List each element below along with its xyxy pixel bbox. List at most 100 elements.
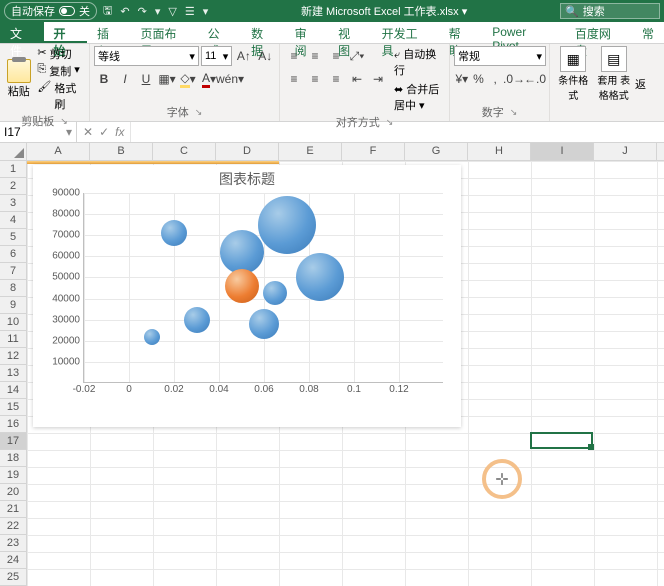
col-header-A[interactable]: A — [27, 143, 90, 160]
border-button[interactable]: ▦▾ — [157, 69, 177, 89]
decrease-font-icon[interactable]: A↓ — [256, 46, 275, 66]
bold-button[interactable]: B — [94, 69, 114, 89]
copy-button[interactable]: ⎘复制 ▾ — [35, 63, 85, 79]
row-header-21[interactable]: 21 — [0, 501, 26, 518]
row-header-18[interactable]: 18 — [0, 450, 26, 467]
table-format-button[interactable]: ▤ 套用 表格格式 — [595, 46, 634, 121]
wrap-text-button[interactable]: ⤶ 自动换行 — [394, 46, 445, 78]
col-header-J[interactable]: J — [594, 143, 657, 160]
row-header-11[interactable]: 11 — [0, 331, 26, 348]
tab-extra[interactable]: 常 — [632, 22, 664, 43]
align-left-icon[interactable]: ≡ — [284, 69, 304, 89]
tab-view[interactable]: 视图 — [328, 22, 372, 43]
bubble-point[interactable] — [144, 329, 160, 345]
indent-inc-icon[interactable]: ⇥ — [368, 69, 388, 89]
row-header-9[interactable]: 9 — [0, 297, 26, 314]
filter-icon[interactable]: ▽ — [168, 5, 176, 18]
underline-button[interactable]: U — [136, 69, 156, 89]
tab-baidu[interactable]: 百度网盘 — [565, 22, 632, 43]
chart-title[interactable]: 图表标题 — [33, 165, 461, 193]
embedded-chart[interactable]: 图表标题 10000200003000040000500006000070000… — [33, 165, 461, 427]
chart-plot-area[interactable]: 1000020000300004000050000600007000080000… — [83, 193, 443, 383]
row-header-24[interactable]: 24 — [0, 552, 26, 569]
row-header-8[interactable]: 8 — [0, 280, 26, 297]
bubble-point[interactable] — [184, 307, 210, 333]
increase-font-icon[interactable]: A↑ — [234, 46, 253, 66]
percent-icon[interactable]: % — [471, 69, 487, 89]
col-header-D[interactable]: D — [216, 143, 279, 160]
tab-power[interactable]: Power Pivot — [482, 22, 565, 43]
undo-icon[interactable]: ↶ — [120, 5, 129, 18]
search-box[interactable]: 🔍 搜索 — [560, 3, 660, 19]
name-box[interactable]: I17▾ — [0, 122, 77, 142]
cond-format-button[interactable]: ▦ 条件格式 — [554, 46, 593, 121]
tab-review[interactable]: 审阅 — [285, 22, 329, 43]
tab-formulas[interactable]: 公式 — [198, 22, 242, 43]
row-header-20[interactable]: 20 — [0, 484, 26, 501]
format-painter-button[interactable]: 🖌格式刷 — [35, 80, 85, 112]
dialog-launcher-icon[interactable]: ↘ — [195, 107, 203, 118]
row-header-25[interactable]: 25 — [0, 569, 26, 586]
tab-file[interactable]: 文件 — [0, 22, 44, 43]
row-header-16[interactable]: 16 — [0, 416, 26, 433]
col-header-B[interactable]: B — [90, 143, 153, 160]
formula-input[interactable] — [131, 122, 664, 142]
col-header-I[interactable]: I — [531, 143, 594, 160]
phonetic-button[interactable]: wén▾ — [220, 69, 240, 89]
save-icon[interactable]: 🖫 — [103, 2, 112, 21]
tab-dev[interactable]: 开发工具 — [372, 22, 439, 43]
row-header-5[interactable]: 5 — [0, 229, 26, 246]
fx-icon[interactable]: fx — [115, 125, 124, 139]
tab-data[interactable]: 数据 — [241, 22, 285, 43]
row-header-4[interactable]: 4 — [0, 212, 26, 229]
orientation-icon[interactable]: ⤢▾ — [347, 46, 367, 66]
tab-layout[interactable]: 页面布局 — [131, 22, 198, 43]
number-format-combo[interactable]: 常规▾ — [454, 46, 546, 66]
row-header-2[interactable]: 2 — [0, 178, 26, 195]
row-header-14[interactable]: 14 — [0, 382, 26, 399]
active-cell[interactable] — [530, 432, 593, 449]
font-size-combo[interactable]: 11▾ — [201, 46, 232, 66]
col-header-G[interactable]: G — [405, 143, 468, 160]
redo-icon[interactable]: ↷ — [138, 5, 147, 18]
bubble-point[interactable] — [249, 309, 279, 339]
bubble-point[interactable] — [225, 269, 259, 303]
row-header-22[interactable]: 22 — [0, 518, 26, 535]
enter-icon[interactable]: ✓ — [99, 125, 109, 139]
select-all-corner[interactable] — [0, 143, 27, 160]
row-header-23[interactable]: 23 — [0, 535, 26, 552]
row-header-19[interactable]: 19 — [0, 467, 26, 484]
bubble-point[interactable] — [258, 196, 316, 254]
col-header-E[interactable]: E — [279, 143, 342, 160]
row-header-13[interactable]: 13 — [0, 365, 26, 382]
row-header-10[interactable]: 10 — [0, 314, 26, 331]
tab-home[interactable]: 开始 — [44, 22, 88, 43]
paste-icon[interactable] — [7, 59, 31, 83]
italic-button[interactable]: I — [115, 69, 135, 89]
sort-icon[interactable]: ☰ — [185, 5, 195, 18]
bubble-point[interactable] — [296, 253, 344, 301]
cancel-icon[interactable]: ✕ — [83, 125, 93, 139]
row-header-6[interactable]: 6 — [0, 246, 26, 263]
dialog-launcher-icon[interactable]: ↘ — [510, 107, 518, 118]
row-header-3[interactable]: 3 — [0, 195, 26, 212]
dec-decimal-icon[interactable]: ←.0 — [525, 69, 545, 89]
col-header-H[interactable]: H — [468, 143, 531, 160]
col-header-F[interactable]: F — [342, 143, 405, 160]
qat-more-icon[interactable]: ▾ — [203, 5, 209, 18]
tab-help[interactable]: 帮助 — [439, 22, 483, 43]
row-header-17[interactable]: 17 — [0, 433, 26, 450]
bubble-point[interactable] — [220, 230, 264, 274]
paste-label[interactable]: 粘贴 — [8, 83, 30, 99]
cut-button[interactable]: ✂剪切 — [35, 46, 85, 62]
align-middle-icon[interactable]: ≡ — [305, 46, 325, 66]
return-button[interactable]: 返 — [635, 76, 646, 92]
cells-area[interactable]: 图表标题 10000200003000040000500006000070000… — [27, 161, 664, 586]
row-header-7[interactable]: 7 — [0, 263, 26, 280]
row-header-12[interactable]: 12 — [0, 348, 26, 365]
align-bottom-icon[interactable]: ≡ — [326, 46, 346, 66]
align-top-icon[interactable]: ≡ — [284, 46, 304, 66]
row-header-1[interactable]: 1 — [0, 161, 26, 178]
row-header-15[interactable]: 15 — [0, 399, 26, 416]
merge-center-button[interactable]: ⬌ 合并后居中 ▾ — [394, 81, 445, 113]
